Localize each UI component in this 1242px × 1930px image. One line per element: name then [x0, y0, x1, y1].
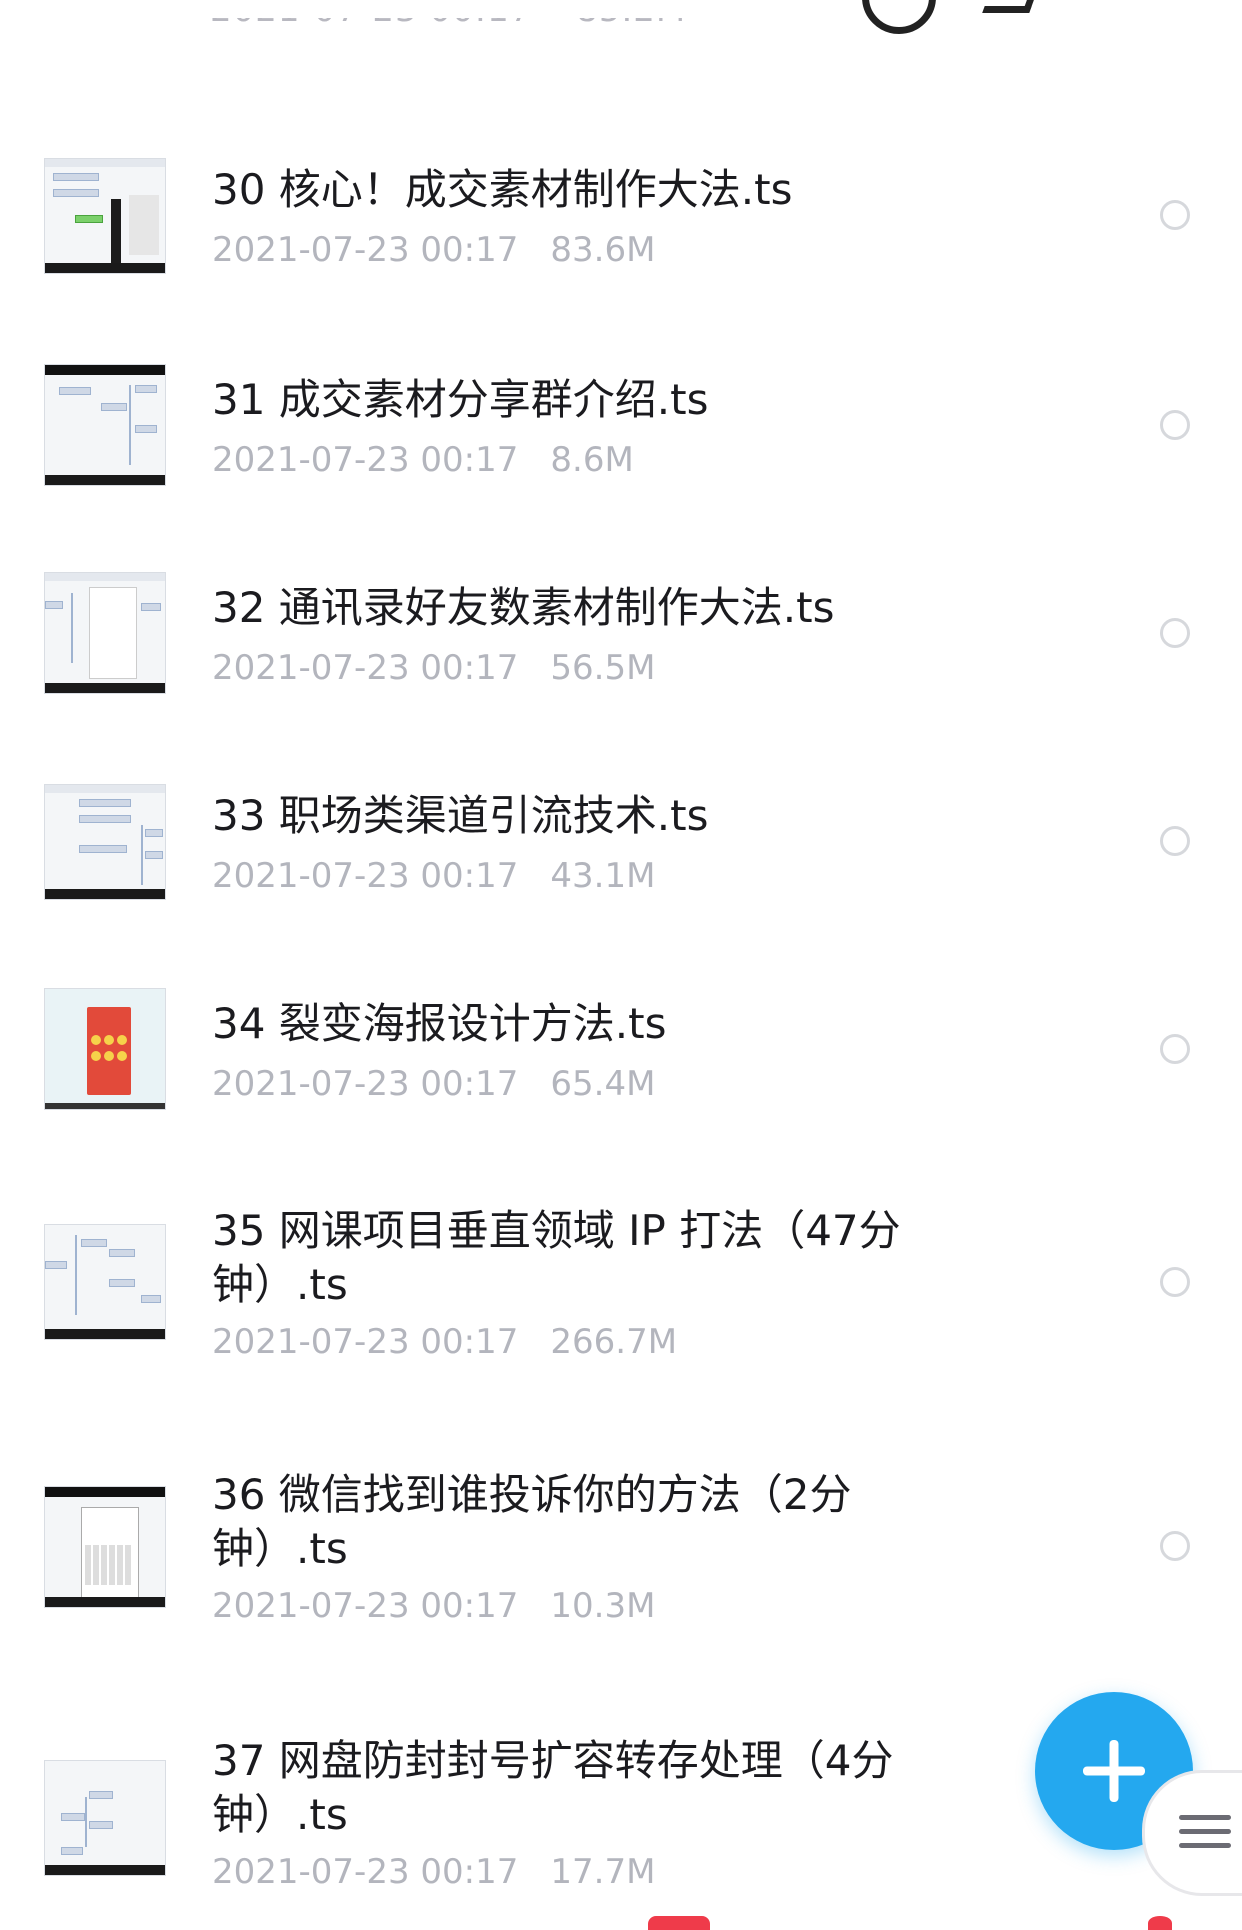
file-name: 31 成交素材分享群介绍.ts — [212, 375, 709, 424]
file-date: 2021-07-23 00:17 — [212, 230, 519, 270]
select-radio[interactable] — [1160, 1531, 1190, 1561]
file-meta: 2021-07-23 00:17 266.7M — [212, 1322, 677, 1362]
file-name: 30 核心！成交素材制作大法.ts — [212, 165, 793, 214]
file-meta: 2021-07-23 00:17 65.4M — [212, 1064, 655, 1104]
file-name: 32 通讯录好友数素材制作大法.ts — [212, 583, 835, 632]
file-name: 35 网课项目垂直领域 IP 打法（47分钟）.ts — [212, 1206, 901, 1309]
file-row[interactable]: 33 职场类渠道引流技术.ts 2021-07-23 00:17 43.1M — [0, 776, 1242, 946]
file-row[interactable]: 34 裂变海报设计方法.ts 2021-07-23 00:17 65.4M — [0, 984, 1242, 1154]
select-radio[interactable] — [1160, 1267, 1190, 1297]
file-date: 2021-07-23 00:17 — [212, 856, 519, 896]
file-date: 2021-07-23 00:17 — [212, 1852, 519, 1892]
file-size: 83.6M — [550, 230, 656, 270]
select-radio[interactable] — [1160, 410, 1190, 440]
file-thumbnail — [44, 1760, 166, 1876]
file-meta: 2021-07-23 00:17 10.3M — [212, 1586, 655, 1626]
file-row[interactable]: 30 核心！成交素材制作大法.ts 2021-07-23 00:17 83.6M — [0, 150, 1242, 320]
toolbar-icon[interactable] — [862, 0, 936, 34]
file-meta: 2021-07-23 00:17 83.6M — [212, 230, 655, 270]
file-row[interactable]: 36 微信找到谁投诉你的方法（2分钟）.ts 2021-07-23 00:17 1… — [0, 1464, 1242, 1644]
file-meta: 2021-07-23 00:17 8.6M — [212, 440, 634, 480]
file-size: 56.5M — [550, 648, 656, 688]
select-radio[interactable] — [1160, 826, 1190, 856]
select-radio[interactable] — [1160, 200, 1190, 230]
previous-file-size: 85.2M — [576, 18, 686, 30]
file-name: 34 裂变海报设计方法.ts — [212, 999, 667, 1048]
bottom-tab-indicator — [648, 1916, 710, 1930]
select-radio[interactable] — [1160, 618, 1190, 648]
file-row[interactable]: 31 成交素材分享群介绍.ts 2021-07-23 00:17 8.6M — [0, 360, 1242, 530]
file-thumbnail — [44, 1224, 166, 1340]
toolbar-icon-2[interactable] — [982, 0, 1045, 13]
file-date: 2021-07-23 00:17 — [212, 1064, 519, 1104]
file-date: 2021-07-23 00:17 — [212, 1586, 519, 1626]
file-date: 2021-07-23 00:17 — [212, 440, 519, 480]
file-thumbnail — [44, 988, 166, 1110]
file-row[interactable]: 32 通讯录好友数素材制作大法.ts 2021-07-23 00:17 56.5M — [0, 568, 1242, 738]
file-meta: 2021-07-23 00:17 43.1M — [212, 856, 655, 896]
previous-file-meta: 2021-07-23 00:17 85.2M — [210, 18, 686, 62]
file-size: 65.4M — [550, 1064, 656, 1104]
bottom-badge — [1148, 1916, 1172, 1930]
file-name: 36 微信找到谁投诉你的方法（2分钟）.ts — [212, 1470, 852, 1573]
file-thumbnail — [44, 364, 166, 486]
file-size: 10.3M — [550, 1586, 656, 1626]
file-row[interactable]: 35 网课项目垂直领域 IP 打法（47分钟）.ts 2021-07-23 00… — [0, 1200, 1242, 1380]
select-radio[interactable] — [1160, 1034, 1190, 1064]
file-size: 43.1M — [550, 856, 656, 896]
file-meta: 2021-07-23 00:17 17.7M — [212, 1852, 655, 1892]
file-thumbnail — [44, 1486, 166, 1608]
file-thumbnail — [44, 784, 166, 900]
file-thumbnail — [44, 572, 166, 694]
file-date: 2021-07-23 00:17 — [212, 1322, 519, 1362]
file-meta: 2021-07-23 00:17 56.5M — [212, 648, 655, 688]
previous-file-date: 2021-07-23 00:17 — [210, 18, 532, 30]
file-date: 2021-07-23 00:17 — [212, 648, 519, 688]
file-name: 33 职场类渠道引流技术.ts — [212, 791, 709, 840]
file-size: 17.7M — [550, 1852, 656, 1892]
file-thumbnail — [44, 158, 166, 274]
file-name: 37 网盘防封封号扩容转存处理（4分钟）.ts — [212, 1736, 894, 1839]
file-size: 266.7M — [550, 1322, 678, 1362]
file-size: 8.6M — [550, 440, 634, 480]
